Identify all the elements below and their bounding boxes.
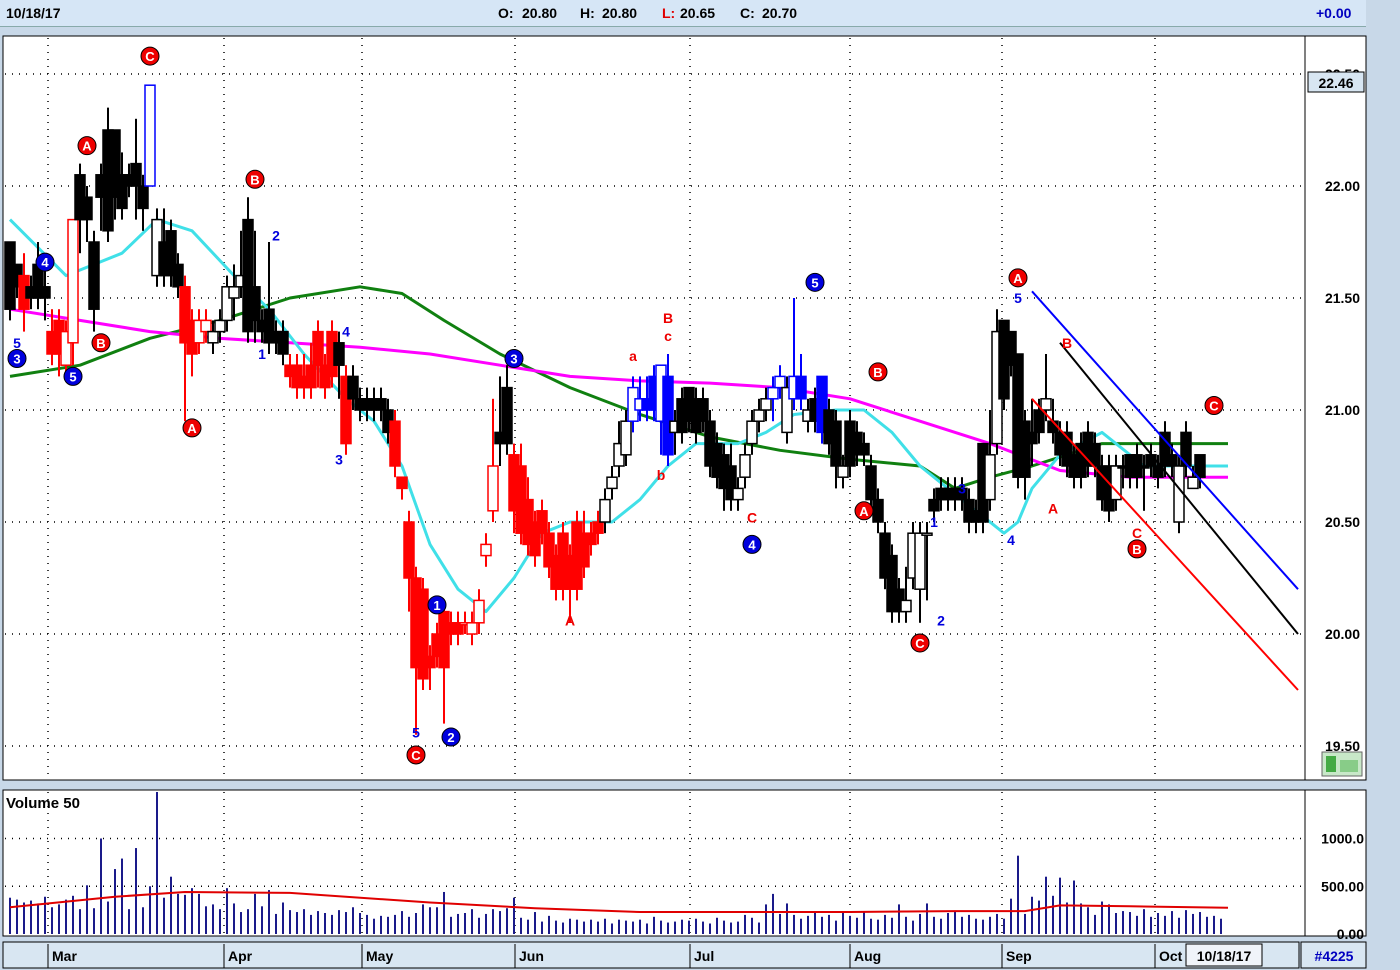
svg-text:C: C (915, 636, 925, 651)
wave-label-circle: 5 (805, 272, 825, 292)
candle (417, 578, 429, 690)
wave-label-circle: 5 (63, 366, 83, 386)
svg-text:5: 5 (811, 275, 818, 290)
wave-label-text: 1 (930, 514, 938, 530)
svg-text:5: 5 (69, 369, 76, 384)
price-tick-label: 21.00 (1325, 402, 1360, 418)
wave-label-text: 5 (412, 725, 420, 741)
price-tick-label: 21.50 (1325, 290, 1360, 306)
indicator-label: #4225 (1315, 948, 1354, 964)
wave-label-circle: B (1127, 539, 1147, 559)
volume-tick-label: 500.00 (1321, 878, 1364, 894)
wave-label-circle: 4 (742, 534, 762, 554)
wave-label-circle: 2 (441, 727, 461, 747)
svg-text:A: A (82, 139, 92, 154)
month-label: May (366, 948, 393, 964)
chart-settings-icon[interactable] (1321, 751, 1363, 777)
wave-label-circle: B (91, 333, 111, 353)
svg-text:A: A (1013, 271, 1023, 286)
wave-label-text: c (664, 328, 672, 344)
date-axis (2, 941, 1300, 969)
svg-text:A: A (187, 421, 197, 436)
month-label: Jul (694, 948, 714, 964)
wave-label-circle: A (182, 418, 202, 438)
wave-label-text: 2 (272, 227, 280, 243)
volume-axis (1304, 789, 1367, 937)
svg-text:B: B (873, 365, 882, 380)
wave-label-circle: 3 (7, 348, 27, 368)
price-tick-label: 20.00 (1325, 626, 1360, 642)
wave-label-text: A (1048, 501, 1058, 517)
wave-label-text: 4 (1007, 532, 1015, 548)
svg-text:2: 2 (447, 730, 454, 745)
svg-text:C: C (145, 49, 155, 64)
wave-label-text: A (565, 613, 575, 629)
wave-label-circle: C (910, 633, 930, 653)
wave-label-text: 5 (1014, 290, 1022, 306)
month-label: Jun (519, 948, 544, 964)
wave-label-text: 3 (958, 480, 966, 496)
svg-text:B: B (250, 172, 259, 187)
wave-label-circle: A (854, 501, 874, 521)
volume-tick-label: 1000.0 (1321, 831, 1364, 847)
wave-label-circle: B (245, 169, 265, 189)
month-label: Aug (854, 948, 881, 964)
date-box-label: 10/18/17 (1197, 948, 1252, 964)
month-label: Mar (52, 948, 77, 964)
candle (67, 218, 79, 366)
wave-label-circle: C (140, 46, 160, 66)
wave-label-text: 2 (937, 613, 945, 629)
wave-label-circle: C (406, 745, 426, 765)
svg-text:A: A (859, 504, 869, 519)
svg-text:B: B (96, 336, 105, 351)
wave-label-text: 1 (258, 346, 266, 362)
wave-label-circle: 4 (35, 252, 55, 272)
last-price-label: 22.46 (1318, 75, 1353, 91)
wave-label-circle: 3 (504, 348, 524, 368)
wave-label-text: b (657, 467, 666, 483)
wave-label-text: a (629, 348, 637, 364)
wave-label-text: 4 (342, 324, 350, 340)
wave-label-text: C (1132, 525, 1142, 541)
wave-label-circle: C (1204, 396, 1224, 416)
price-tick-label: 22.00 (1325, 178, 1360, 194)
candle (144, 84, 156, 187)
svg-text:3: 3 (510, 351, 517, 366)
wave-label-text: B (663, 310, 673, 326)
volume-title: Volume 50 (6, 795, 80, 812)
wave-label-circle: 1 (427, 595, 447, 615)
wave-label-circle: A (77, 136, 97, 156)
wave-label-circle: B (868, 362, 888, 382)
price-tick-label: 20.50 (1325, 514, 1360, 530)
month-label: Sep (1006, 948, 1032, 964)
wave-label-circle: A (1008, 268, 1028, 288)
svg-text:3: 3 (13, 351, 20, 366)
svg-text:4: 4 (748, 537, 756, 552)
svg-text:C: C (1209, 399, 1219, 414)
month-label: Oct (1159, 948, 1183, 964)
wave-label-text: 3 (335, 451, 343, 467)
volume-tick-label: 0.00 (1337, 926, 1364, 942)
svg-text:B: B (1132, 542, 1141, 557)
svg-text:C: C (411, 748, 421, 763)
wave-label-text: 5 (13, 335, 21, 351)
wave-label-text: B (1062, 335, 1072, 351)
month-label: Apr (228, 948, 253, 964)
svg-text:1: 1 (433, 598, 440, 613)
wave-label-text: C (747, 510, 757, 526)
stock-chart[interactable]: CAB4535BA214315C23AaBcb5C4BAC1234A5BACBC… (0, 0, 1400, 970)
svg-text:4: 4 (41, 255, 49, 270)
